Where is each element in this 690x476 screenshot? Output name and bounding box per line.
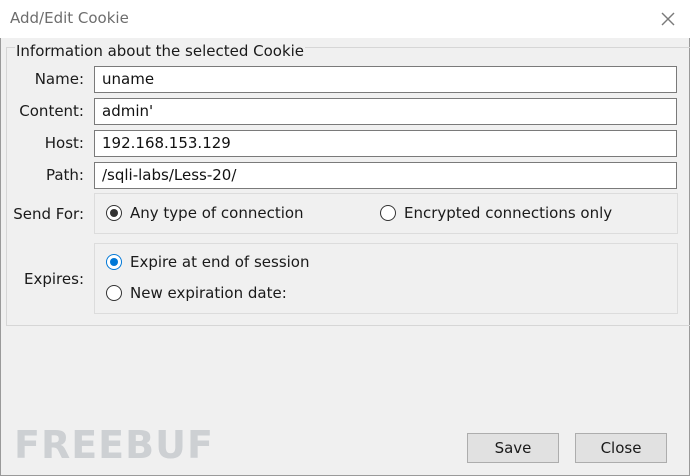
content-field[interactable]: admin' xyxy=(94,98,677,125)
send-for-label: Send For: xyxy=(13,205,84,223)
expire-session-label: Expire at end of session xyxy=(130,253,310,271)
radio-unchecked-icon xyxy=(106,285,122,301)
name-field[interactable]: uname xyxy=(94,66,677,93)
send-any-label: Any type of connection xyxy=(130,204,304,222)
send-encrypted-label: Encrypted connections only xyxy=(404,204,613,222)
close-icon[interactable] xyxy=(658,9,678,29)
freebuf-watermark: FREEBUF xyxy=(14,423,214,467)
radio-checked-icon xyxy=(106,254,122,270)
path-label: Path: xyxy=(45,166,84,184)
expire-date-label: New expiration date: xyxy=(130,284,287,302)
host-label: Host: xyxy=(44,134,84,152)
group-legend: Information about the selected Cookie xyxy=(15,42,306,60)
expires-label: Expires: xyxy=(24,270,84,288)
host-field[interactable]: 192.168.153.129 xyxy=(94,130,677,157)
content-label: Content: xyxy=(19,102,84,120)
path-field[interactable]: /sqli-labs/Less-20/ xyxy=(94,162,677,189)
name-label: Name: xyxy=(34,70,84,88)
save-button[interactable]: Save xyxy=(467,433,559,463)
expire-session-radio[interactable]: Expire at end of session xyxy=(106,253,310,271)
expire-date-radio[interactable]: New expiration date: xyxy=(106,284,287,302)
send-encrypted-radio[interactable]: Encrypted connections only xyxy=(380,204,612,222)
title-bar: Add/Edit Cookie xyxy=(0,0,690,38)
radio-unchecked-icon xyxy=(380,205,396,221)
radio-checked-icon xyxy=(106,205,122,221)
send-any-radio[interactable]: Any type of connection xyxy=(106,204,304,222)
window-title: Add/Edit Cookie xyxy=(10,9,129,27)
close-button[interactable]: Close xyxy=(575,433,667,463)
